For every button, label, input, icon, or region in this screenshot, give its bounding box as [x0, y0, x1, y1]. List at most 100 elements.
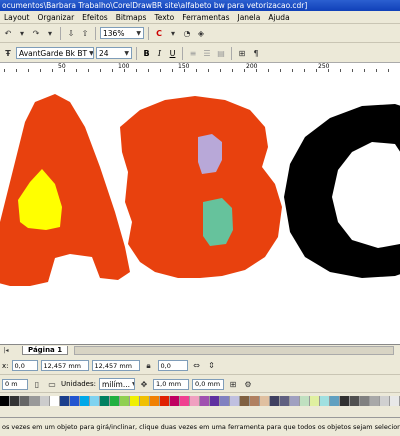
property-bar-row-1: x: 0,0 12,457 mm 12,457 mm 🔒︎ 0,0 ⇔ ⇕	[0, 357, 400, 375]
units-combo[interactable]: milím...▼	[99, 378, 135, 390]
color-swatch[interactable]	[10, 396, 20, 406]
width-input[interactable]: 12,457 mm	[40, 360, 89, 371]
letter-b-shape[interactable]	[120, 96, 282, 278]
letter-a-shape[interactable]	[0, 94, 130, 286]
color-swatch[interactable]	[300, 396, 310, 406]
units-label: Unidades:	[61, 380, 96, 388]
x-position-label: x:	[2, 361, 9, 370]
paragraph-icon[interactable]: ¶	[250, 47, 262, 60]
drawing-canvas[interactable]	[0, 72, 400, 344]
left-position-input[interactable]: 0 m	[2, 378, 28, 390]
export-icon[interactable]: ⇧	[79, 27, 91, 40]
color-swatch[interactable]	[140, 396, 150, 406]
title-bar: ocumentos\Barbara Trabalho\CorelDrawBR s…	[0, 0, 400, 11]
lock-ratio-icon[interactable]: 🔒︎	[143, 359, 155, 372]
color-swatch[interactable]	[290, 396, 300, 406]
underline-button[interactable]: U	[167, 47, 178, 60]
menu-ajuda[interactable]: Ajuda	[264, 13, 293, 22]
snap-icon[interactable]: ⊞	[227, 378, 239, 391]
redo-dropdown-icon[interactable]: ▾	[44, 27, 56, 40]
color-swatch[interactable]	[170, 396, 180, 406]
color-swatch[interactable]	[0, 396, 10, 406]
color-swatch[interactable]	[20, 396, 30, 406]
color-swatch[interactable]	[210, 396, 220, 406]
page-landscape-icon[interactable]: ▭	[46, 378, 58, 391]
color-swatch[interactable]	[390, 396, 400, 406]
color-swatch[interactable]	[100, 396, 110, 406]
color-swatch[interactable]	[320, 396, 330, 406]
chevron-down-icon: ▼	[136, 29, 141, 37]
color-swatch[interactable]	[180, 396, 190, 406]
menu-bitmaps[interactable]: Bitmaps	[112, 13, 151, 22]
undo-icon[interactable]: ↶	[2, 27, 14, 40]
italic-button[interactable]: I	[154, 47, 165, 60]
app-launcher-dropdown-icon[interactable]: ▾	[167, 27, 179, 40]
drop-cap-icon[interactable]: ▤	[215, 47, 227, 60]
color-swatch[interactable]	[380, 396, 390, 406]
page-portrait-icon[interactable]: ▯	[31, 378, 43, 391]
color-swatch[interactable]	[360, 396, 370, 406]
color-swatch[interactable]	[250, 396, 260, 406]
color-swatch[interactable]	[370, 396, 380, 406]
color-swatch[interactable]	[260, 396, 270, 406]
corel-online-icon[interactable]: ◔	[181, 27, 193, 40]
menu-texto[interactable]: Texto	[150, 13, 178, 22]
undo-dropdown-icon[interactable]: ▾	[16, 27, 28, 40]
separator	[148, 26, 149, 40]
nudge-input[interactable]: 1,0 mm	[153, 378, 189, 390]
color-swatch[interactable]	[130, 396, 140, 406]
first-page-icon[interactable]: |◂	[0, 344, 12, 357]
import-icon[interactable]: ⇩	[65, 27, 77, 40]
corel-app-launcher-icon[interactable]: C	[153, 27, 165, 40]
color-swatch[interactable]	[90, 396, 100, 406]
letter-c-shape[interactable]	[284, 104, 400, 278]
duplicate-distance-x-input[interactable]: 0,0 mm	[192, 378, 224, 390]
color-swatch[interactable]	[200, 396, 210, 406]
menu-organizar[interactable]: Organizar	[34, 13, 79, 22]
page-tab[interactable]: Página 1	[22, 346, 69, 355]
color-swatch[interactable]	[150, 396, 160, 406]
edit-text-icon[interactable]: ⊞	[236, 47, 248, 60]
color-swatch[interactable]	[120, 396, 130, 406]
redo-icon[interactable]: ↷	[30, 27, 42, 40]
color-palette[interactable]	[0, 396, 400, 407]
font-family-combo[interactable]: AvantGarde Bk BT ▼	[16, 47, 94, 59]
color-swatch[interactable]	[350, 396, 360, 406]
menu-ferramentas[interactable]: Ferramentas	[178, 13, 233, 22]
color-swatch[interactable]	[190, 396, 200, 406]
color-swatch[interactable]	[160, 396, 170, 406]
x-position-input[interactable]: 0,0	[11, 360, 38, 371]
color-swatch[interactable]	[110, 396, 120, 406]
welcome-screen-icon[interactable]: ◈	[195, 27, 207, 40]
options-icon[interactable]: ⚙	[242, 378, 254, 391]
color-swatch[interactable]	[80, 396, 90, 406]
mirror-vertical-icon[interactable]: ⇕	[206, 359, 218, 372]
menu-layout[interactable]: Layout	[0, 13, 34, 22]
color-swatch[interactable]	[220, 396, 230, 406]
color-swatch[interactable]	[60, 396, 70, 406]
color-swatch[interactable]	[30, 396, 40, 406]
horizontal-align-icon[interactable]: ≡	[187, 47, 199, 60]
font-size-combo[interactable]: 24 ▼	[96, 47, 132, 59]
text-property-bar: Ŧ AvantGarde Bk BT ▼ 24 ▼ B I U ≡ ☰ ▤ ⊞ ¶	[0, 44, 400, 63]
color-swatch[interactable]	[230, 396, 240, 406]
color-swatch[interactable]	[340, 396, 350, 406]
color-swatch[interactable]	[40, 396, 50, 406]
horizontal-scrollbar[interactable]	[74, 346, 394, 355]
color-swatch[interactable]	[330, 396, 340, 406]
bold-button[interactable]: B	[141, 47, 152, 60]
menu-janela[interactable]: Janela	[233, 13, 264, 22]
color-swatch[interactable]	[240, 396, 250, 406]
bullet-list-icon[interactable]: ☰	[201, 47, 213, 60]
color-swatch[interactable]	[70, 396, 80, 406]
height-input[interactable]: 12,457 mm	[91, 360, 140, 371]
menu-efeitos[interactable]: Efeitos	[78, 13, 112, 22]
status-text: os vezes em um objeto para girá/inclinar…	[2, 423, 400, 431]
color-swatch[interactable]	[310, 396, 320, 406]
zoom-level-combo[interactable]: 136% ▼	[100, 27, 144, 39]
color-swatch[interactable]	[270, 396, 280, 406]
color-swatch[interactable]	[280, 396, 290, 406]
rotation-input[interactable]: 0,0	[157, 360, 188, 371]
color-swatch[interactable]	[50, 396, 60, 406]
mirror-horizontal-icon[interactable]: ⇔	[191, 359, 203, 372]
